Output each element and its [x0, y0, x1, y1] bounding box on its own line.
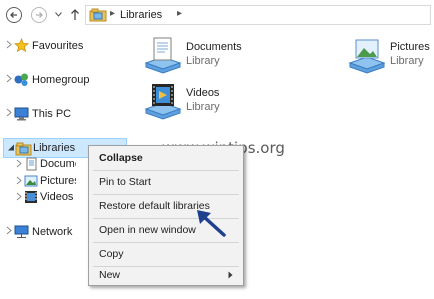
nav-subitem-pictures[interactable]: Pictures [16, 173, 76, 189]
documents-library-icon [144, 37, 182, 74]
tile-name: Videos [186, 87, 220, 99]
documents-icon [26, 157, 37, 171]
menu-item-new[interactable]: New [91, 265, 241, 285]
expand-arrow-icon[interactable] [6, 108, 12, 117]
nav-subitem-videos[interactable]: Videos [16, 189, 76, 205]
star-icon [14, 38, 29, 53]
breadcrumb-chevron-icon[interactable]: ▸ [110, 8, 115, 19]
menu-item-label: Restore default libraries [99, 200, 210, 212]
nav-subitem-documents[interactable]: Documents [16, 156, 76, 172]
videos-library-icon [144, 84, 182, 120]
menu-item-collapse[interactable]: Collapse [91, 148, 241, 168]
menu-item-copy[interactable]: Copy [91, 244, 241, 264]
address-toolbar: ▸ Libraries ▸ [0, 0, 434, 30]
menu-item-label: Collapse [99, 152, 143, 164]
nav-item-label: Network [32, 226, 73, 238]
tile-type: Library [186, 101, 220, 113]
address-bar[interactable]: ▸ Libraries ▸ [85, 5, 431, 25]
nav-item-this-pc[interactable]: This PC [0, 104, 130, 124]
expand-arrow-icon[interactable] [16, 192, 22, 201]
annotation-arrow-icon [197, 210, 226, 237]
breadcrumb-chevron-icon[interactable]: ▸ [177, 8, 182, 19]
tile-type: Library [390, 55, 424, 67]
pictures-library-icon [348, 39, 386, 74]
forward-button[interactable] [31, 7, 47, 23]
videos-icon [25, 191, 37, 203]
recent-locations-chevron-icon[interactable] [55, 12, 62, 17]
menu-separator [93, 242, 239, 243]
expand-arrow-icon[interactable] [16, 159, 22, 168]
libraries-icon [89, 8, 107, 22]
nav-item-label: This PC [32, 108, 72, 120]
expand-arrow-icon[interactable] [16, 176, 22, 185]
nav-item-homegroup[interactable]: Homegroup [0, 70, 130, 90]
nav-subitem-label: Pictures [40, 175, 76, 187]
menu-item-label: Pin to Start [99, 176, 151, 188]
collapse-arrow-icon[interactable] [7, 144, 15, 151]
breadcrumb-libraries[interactable]: Libraries [120, 9, 162, 21]
nav-subitem-label: Videos [40, 191, 74, 203]
expand-arrow-icon[interactable] [6, 226, 12, 235]
network-icon [14, 225, 29, 238]
nav-item-label: Homegroup [32, 74, 90, 86]
forward-arrow-icon [36, 12, 43, 18]
menu-separator [93, 170, 239, 171]
library-tile-pictures[interactable]: Pictures Library [347, 35, 434, 75]
expand-arrow-icon[interactable] [6, 74, 12, 83]
back-button[interactable] [6, 7, 22, 23]
library-tile-documents[interactable]: Documents Library [143, 35, 273, 75]
computer-icon [14, 107, 29, 121]
expand-arrow-icon[interactable] [6, 40, 12, 49]
nav-item-label: Favourites [32, 40, 84, 52]
menu-item-label: Copy [99, 248, 124, 260]
back-arrow-icon [10, 12, 17, 18]
menu-item-pin-to-start[interactable]: Pin to Start [91, 172, 241, 192]
homegroup-icon [14, 73, 28, 86]
nav-item-favourites[interactable]: Favourites [0, 36, 130, 56]
menu-item-label: Open in new window [99, 224, 196, 236]
pictures-icon [24, 175, 38, 187]
tile-type: Library [186, 55, 220, 67]
menu-item-label: New [99, 269, 121, 281]
nav-item-label: Libraries [33, 142, 76, 154]
library-tile-videos[interactable]: Videos Library [143, 81, 273, 121]
nav-subitem-label: Documents [40, 158, 76, 170]
libraries-icon [15, 142, 32, 156]
submenu-arrow-icon [228, 271, 233, 279]
menu-separator [93, 194, 239, 195]
tile-name: Pictures [390, 41, 430, 53]
tile-name: Documents [186, 41, 242, 53]
up-arrow-icon[interactable] [70, 8, 80, 21]
